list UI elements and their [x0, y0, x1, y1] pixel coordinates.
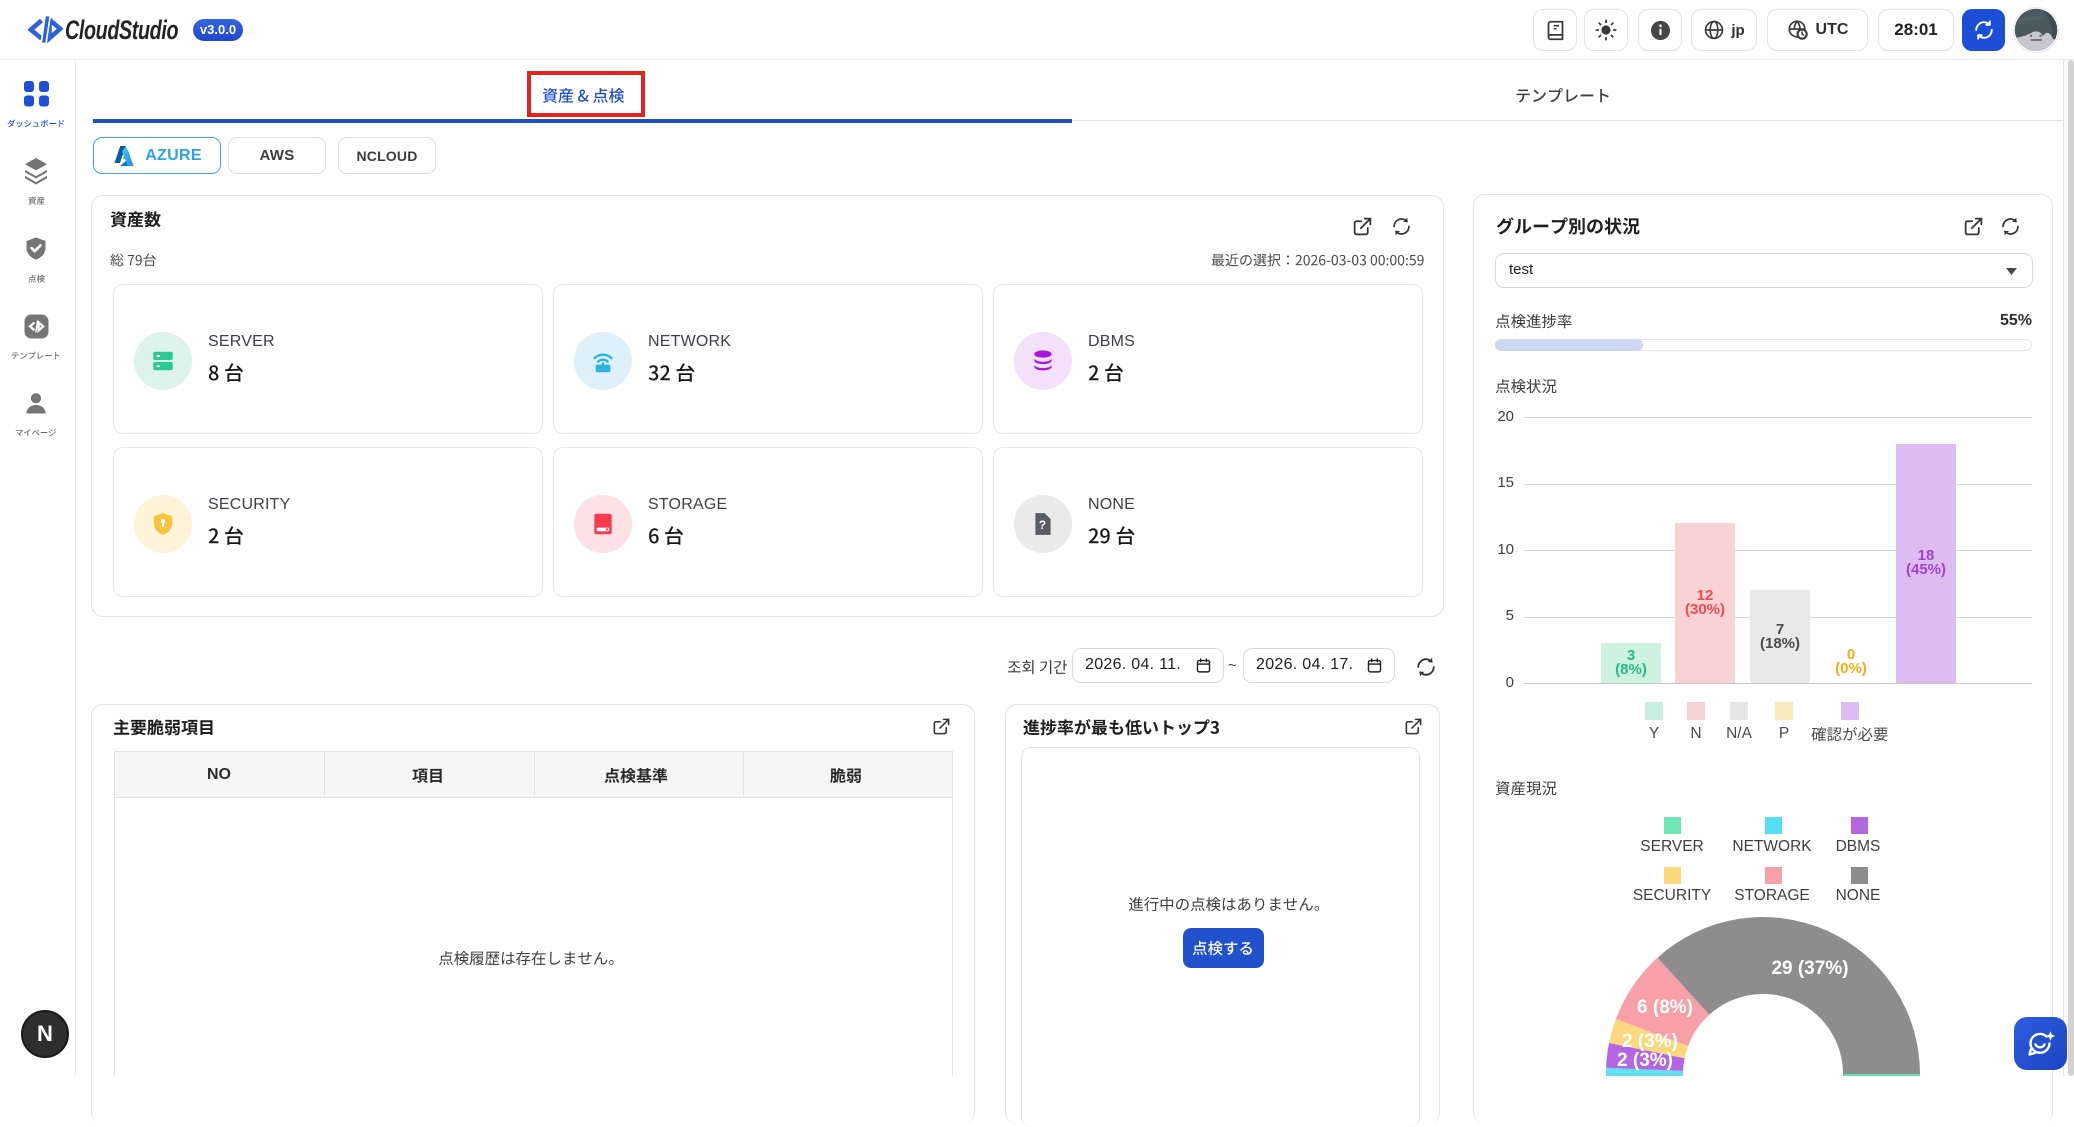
svg-text:?: ?	[1039, 518, 1046, 532]
